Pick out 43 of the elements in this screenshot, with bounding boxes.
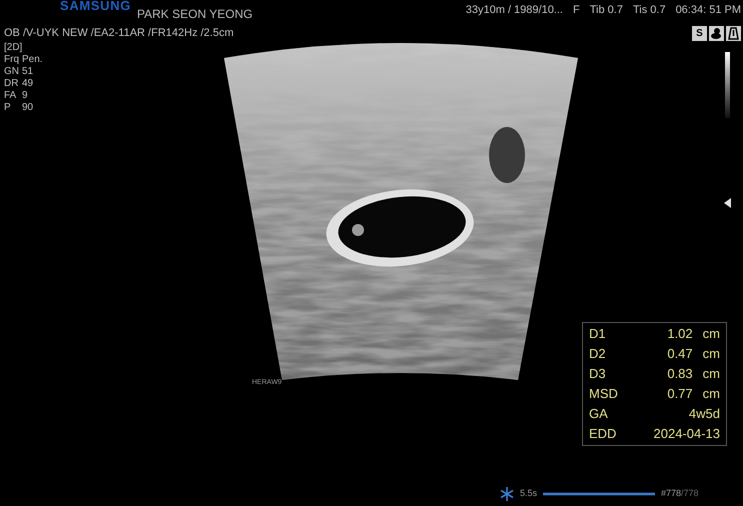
measurement-value: 1.02: [667, 325, 693, 343]
clock-time: 06:34: 51 PM: [676, 5, 741, 16]
parameter-name: P: [4, 102, 12, 114]
measurement-name: MSD: [589, 385, 618, 403]
parameter-name: DR: [4, 78, 20, 90]
parameter-value: 49: [22, 78, 34, 90]
measurement-name: EDD: [589, 425, 616, 443]
measurement-value: 4w5d: [688, 405, 720, 423]
baby-icon: [709, 26, 724, 40]
measurement-unit: cm: [702, 345, 720, 363]
measurement-value: 0.77: [667, 385, 693, 403]
focus-marker-icon: [724, 198, 731, 208]
measurement-value: 2024-04-13: [654, 425, 720, 443]
parameter-value: 9: [22, 90, 28, 102]
patient-name: PARK SEON YEONG: [137, 8, 253, 20]
measurement-unit: cm: [702, 365, 720, 383]
measurement-name: D3: [589, 365, 606, 383]
patient-sex: F: [572, 5, 580, 16]
patient-age-birthdate: 33y10m / 1989/10...: [466, 5, 563, 16]
cine-total: /778: [681, 487, 699, 500]
parameter-name: FA: [4, 90, 18, 102]
measurement-name: D1: [589, 325, 606, 343]
measurement-name: D2: [589, 345, 606, 363]
measurement-value: 0.83: [667, 365, 693, 383]
mode-label: [2D]: [4, 42, 24, 54]
parameter-name: Frq: [4, 54, 20, 66]
measurement-unit: cm: [702, 385, 720, 403]
measurement-name: GA: [589, 405, 608, 423]
snowflake-icon: [500, 487, 514, 501]
tib-index: Tib 0.7: [590, 5, 623, 16]
measurement-value: 0.47: [667, 345, 693, 363]
measurement-unit: cm: [702, 325, 720, 343]
parameter-value: 51: [22, 66, 34, 78]
parameter-value: 90: [22, 102, 34, 114]
tis-index: Tis 0.7: [632, 5, 666, 16]
cine-frame: #778: [661, 487, 682, 501]
brand-logo: SAMSUNG: [60, 0, 131, 12]
parameter-name: GN: [4, 66, 20, 78]
probe-preset-line: OB /V-UYK NEW /EA2-11AR /FR142Hz /2.5cm: [3, 28, 234, 38]
grayscale-bar: [725, 52, 730, 118]
parameter-value: Pen.: [22, 54, 43, 66]
cine-duration: 5.5s: [520, 487, 538, 500]
s-mode-icon: S: [692, 26, 707, 40]
